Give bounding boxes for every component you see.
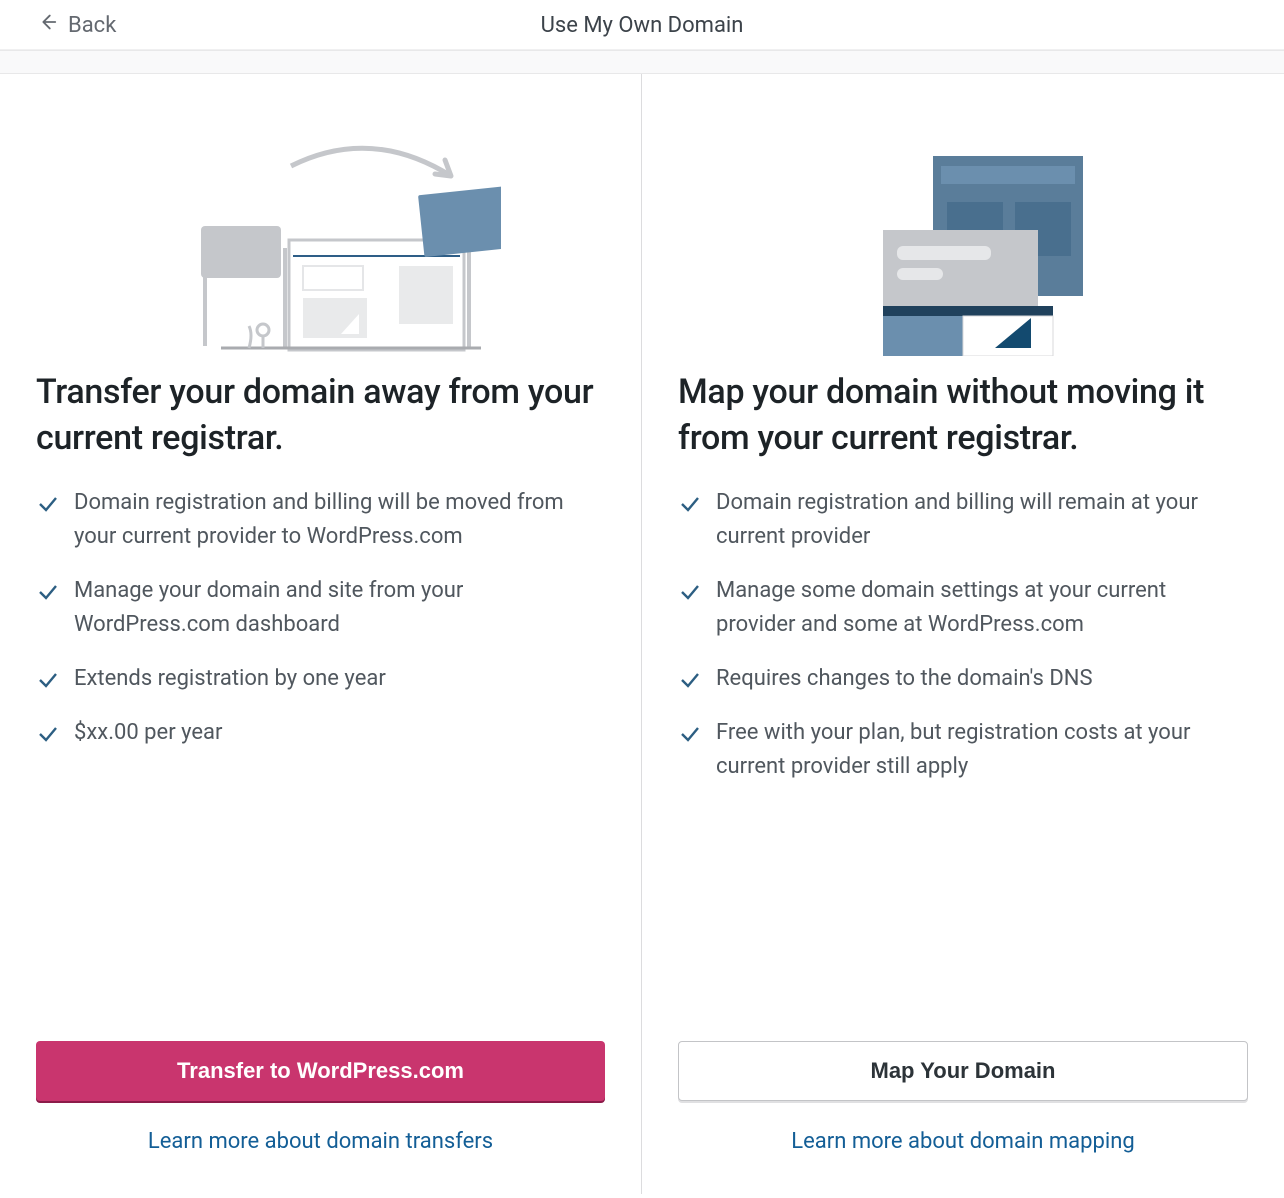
feature-text: Extends registration by one year	[74, 662, 386, 696]
transfer-button[interactable]: Transfer to WordPress.com	[36, 1041, 605, 1101]
list-item: Manage your domain and site from your Wo…	[36, 574, 605, 642]
list-item: Manage some domain settings at your curr…	[678, 574, 1248, 642]
mapping-heading: Map your domain without moving it from y…	[678, 370, 1248, 462]
list-item: $xx.00 per year	[36, 716, 605, 750]
transfer-heading: Transfer your domain away from your curr…	[36, 370, 605, 462]
option-panels: Transfer your domain away from your curr…	[0, 74, 1284, 1194]
mapping-learn-more: Learn more about domain mapping	[678, 1129, 1248, 1154]
list-item: Domain registration and billing will rem…	[678, 486, 1248, 554]
list-item: Domain registration and billing will be …	[36, 486, 605, 554]
list-item: Free with your plan, but registration co…	[678, 716, 1248, 784]
transfer-feature-list: Domain registration and billing will be …	[36, 486, 605, 771]
check-icon	[36, 492, 60, 516]
feature-text: Requires changes to the domain's DNS	[716, 662, 1093, 696]
feature-text: Free with your plan, but registration co…	[716, 716, 1248, 784]
feature-text: Domain registration and billing will be …	[74, 486, 605, 554]
map-domain-button[interactable]: Map Your Domain	[678, 1041, 1248, 1101]
transfer-learn-more: Learn more about domain transfers	[36, 1129, 605, 1154]
arrow-left-icon	[36, 11, 58, 39]
check-icon	[678, 580, 702, 604]
back-label: Back	[68, 13, 116, 38]
back-button[interactable]: Back	[36, 0, 116, 50]
mapping-learn-link[interactable]: Learn more about domain mapping	[791, 1129, 1134, 1154]
mapping-illustration	[678, 106, 1248, 366]
feature-text: Manage some domain settings at your curr…	[716, 574, 1248, 642]
check-icon	[678, 492, 702, 516]
page-title: Use My Own Domain	[0, 11, 1284, 38]
check-icon	[678, 722, 702, 746]
list-item: Extends registration by one year	[36, 662, 605, 696]
transfer-panel: Transfer your domain away from your curr…	[0, 74, 642, 1194]
list-item: Requires changes to the domain's DNS	[678, 662, 1248, 696]
feature-text: $xx.00 per year	[74, 716, 222, 750]
sub-bar	[0, 50, 1284, 74]
transfer-illustration	[36, 106, 605, 366]
top-bar: Back Use My Own Domain	[0, 0, 1284, 50]
feature-text: Domain registration and billing will rem…	[716, 486, 1248, 554]
check-icon	[36, 580, 60, 604]
feature-text: Manage your domain and site from your Wo…	[74, 574, 605, 642]
mapping-panel: Map your domain without moving it from y…	[642, 74, 1284, 1194]
mapping-feature-list: Domain registration and billing will rem…	[678, 486, 1248, 805]
check-icon	[678, 668, 702, 692]
check-icon	[36, 668, 60, 692]
transfer-learn-link[interactable]: Learn more about domain transfers	[148, 1129, 493, 1154]
check-icon	[36, 722, 60, 746]
